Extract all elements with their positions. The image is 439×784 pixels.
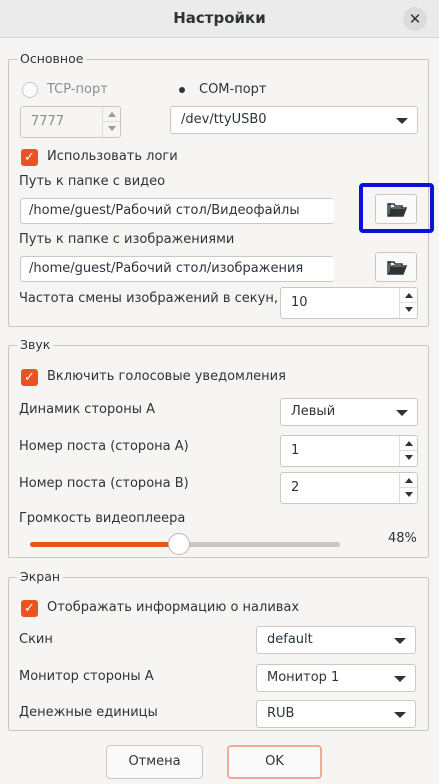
chevron-down-icon <box>394 676 406 682</box>
monitor-a-select[interactable]: Монитор 1 <box>256 664 416 692</box>
com-port-select[interactable]: /dev/ttyUSB0 <box>170 106 418 134</box>
tcp-port-label: TCP-порт <box>47 82 108 97</box>
use-logs-label: Использовать логи <box>47 149 178 164</box>
volume-slider-handle[interactable] <box>167 533 190 555</box>
monitor-a-value: Монитор 1 <box>267 670 340 685</box>
tcp-port-spinbox[interactable]: 7777 <box>20 106 121 138</box>
currency-label: Денежные единицы <box>19 705 158 720</box>
monitor-a-label: Монитор стороны А <box>19 669 154 684</box>
screen-group-title: Экран <box>17 569 64 584</box>
speaker-a-select[interactable]: Левый <box>280 398 418 426</box>
volume-slider[interactable] <box>30 533 340 555</box>
post-a-label: Номер поста (сторона А) <box>19 439 189 454</box>
image-rate-increment[interactable] <box>399 288 417 303</box>
chevron-down-icon <box>394 712 406 718</box>
post-b-spinbox[interactable]: 2 <box>280 472 418 504</box>
images-path-input[interactable]: /home/guest/Рабочий стол/изображения <box>20 256 334 282</box>
show-info-label: Отображать информацию о наливах <box>47 600 300 615</box>
skin-label: Скин <box>19 632 53 647</box>
volume-value: 48% <box>388 531 417 546</box>
post-a-spinbox[interactable]: 1 <box>280 435 418 467</box>
basic-group-title: Основное <box>17 51 87 66</box>
chevron-down-icon <box>405 307 413 312</box>
chevron-up-icon <box>405 441 413 446</box>
chevron-down-icon <box>405 455 413 460</box>
chevron-down-icon <box>396 118 408 124</box>
post-a-value: 1 <box>291 443 300 458</box>
chevron-down-icon <box>394 638 406 644</box>
chevron-up-icon <box>108 112 116 117</box>
ok-button-label: OK <box>265 754 284 769</box>
tcp-port-radio[interactable] <box>22 82 38 98</box>
currency-value: RUB <box>267 706 295 721</box>
tcp-port-value: 7777 <box>31 114 65 129</box>
post-b-label: Номер поста (сторона В) <box>19 476 189 491</box>
sound-group-title: Звук <box>17 337 54 352</box>
chevron-down-icon <box>396 410 408 416</box>
ok-button[interactable]: OK <box>227 745 322 779</box>
cancel-button[interactable]: Отмена <box>106 745 203 779</box>
chevron-down-icon <box>108 126 116 131</box>
check-icon: ✓ <box>24 601 35 616</box>
close-button[interactable]: ✕ <box>403 7 427 31</box>
post-b-value: 2 <box>291 480 300 495</box>
video-path-value: /home/guest/Рабочий стол/Видеофайлы <box>29 203 300 218</box>
skin-value: default <box>267 632 313 647</box>
post-b-decrement[interactable] <box>399 488 417 503</box>
chevron-down-icon <box>405 492 413 497</box>
speaker-a-value: Левый <box>291 404 336 419</box>
post-b-increment[interactable] <box>399 473 417 488</box>
image-rate-decrement[interactable] <box>399 303 417 318</box>
images-path-value: /home/guest/Рабочий стол/изображения <box>29 261 304 276</box>
image-rate-spinbox[interactable]: 10 <box>280 287 418 319</box>
currency-select[interactable]: RUB <box>256 700 416 728</box>
volume-slider-fill <box>30 542 179 547</box>
folder-button-highlight <box>359 183 434 233</box>
post-a-increment[interactable] <box>399 436 417 451</box>
video-path-label: Путь к папке с видео <box>19 174 166 189</box>
chevron-up-icon <box>405 478 413 483</box>
close-icon: ✕ <box>408 10 422 28</box>
tcp-port-increment[interactable] <box>102 107 120 122</box>
volume-label: Громкость видеоплеера <box>19 511 186 526</box>
com-port-radio[interactable] <box>174 82 190 98</box>
image-rate-label: Частота смены изображений в секун, <box>19 291 278 306</box>
show-info-checkbox[interactable]: ✓ <box>21 600 38 617</box>
voice-notifications-label: Включить голосовые уведомления <box>47 369 286 384</box>
title-bar: Настройки ✕ <box>0 0 439 38</box>
com-port-label: COM-порт <box>199 82 267 97</box>
com-port-value: /dev/ttyUSB0 <box>181 112 267 127</box>
check-icon: ✓ <box>24 150 35 165</box>
tcp-port-decrement[interactable] <box>102 122 120 137</box>
check-icon: ✓ <box>24 370 35 385</box>
chevron-up-icon <box>405 293 413 298</box>
folder-open-icon <box>387 261 407 275</box>
skin-select[interactable]: default <box>256 626 416 654</box>
video-path-input[interactable]: /home/guest/Рабочий стол/Видеофайлы <box>20 198 334 224</box>
image-rate-value: 10 <box>291 295 308 310</box>
cancel-button-label: Отмена <box>128 754 181 769</box>
browse-images-folder-button[interactable] <box>375 252 417 282</box>
window-title: Настройки <box>173 9 266 27</box>
post-a-decrement[interactable] <box>399 451 417 466</box>
use-logs-checkbox[interactable]: ✓ <box>21 149 38 166</box>
speaker-a-label: Динамик стороны А <box>19 402 155 417</box>
voice-notifications-checkbox[interactable]: ✓ <box>21 369 38 386</box>
images-path-label: Путь к папке с изображениями <box>19 232 235 247</box>
